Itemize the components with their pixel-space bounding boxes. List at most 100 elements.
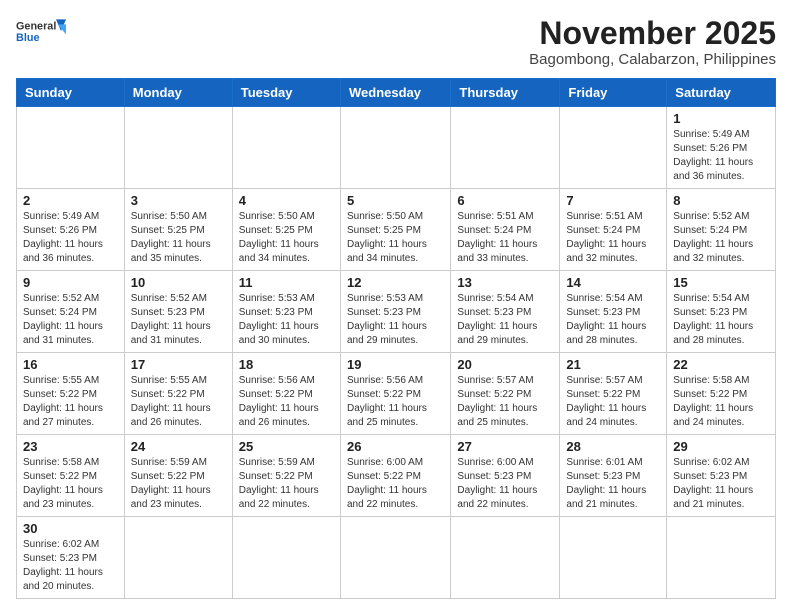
calendar-cell: 22 Sunrise: 5:58 AM Sunset: 5:22 PM Dayli… bbox=[667, 353, 776, 435]
svg-text:Blue: Blue bbox=[16, 32, 39, 44]
title-area: November 2025 Bagombong, Calabarzon, Phi… bbox=[529, 16, 776, 68]
header-day-wednesday: Wednesday bbox=[340, 79, 450, 107]
calendar-cell bbox=[667, 517, 776, 599]
week-row-2: 2Sunrise: 5:49 AM Sunset: 5:26 PM Daylig… bbox=[17, 189, 776, 271]
header-day-monday: Monday bbox=[124, 79, 232, 107]
day-number: 9 bbox=[23, 275, 118, 290]
calendar-cell bbox=[560, 107, 667, 189]
calendar-cell: 10 Sunrise: 5:52 AM Sunset: 5:23 PM Dayli… bbox=[124, 271, 232, 353]
calendar-cell: 16 Sunrise: 5:55 AM Sunset: 5:22 PM Dayli… bbox=[17, 353, 125, 435]
calendar-cell: 8 Sunrise: 5:52 AM Sunset: 5:24 PM Daylig… bbox=[667, 189, 776, 271]
day-info: Sunrise: 5:58 AM Sunset: 5:22 PM Dayligh… bbox=[673, 374, 769, 430]
calendar-cell: 29Sunrise: 6:02 AM Sunset: 5:23 PM Dayli… bbox=[667, 435, 776, 517]
calendar-cell: 15Sunrise: 5:54 AM Sunset: 5:23 PM Dayli… bbox=[667, 271, 776, 353]
calendar-cell bbox=[340, 517, 450, 599]
calendar-cell: 13Sunrise: 5:54 AM Sunset: 5:23 PM Dayli… bbox=[451, 271, 560, 353]
day-info: Sunrise: 5:54 AM Sunset: 5:23 PM Dayligh… bbox=[566, 292, 660, 348]
calendar-cell: 5Sunrise: 5:50 AM Sunset: 5:25 PM Daylig… bbox=[340, 189, 450, 271]
day-number: 19 bbox=[347, 357, 444, 372]
calendar-cell bbox=[124, 517, 232, 599]
week-row-1: 1 Sunrise: 5:49 AM Sunset: 5:26 PM Daylig… bbox=[17, 107, 776, 189]
calendar-cell: 30 Sunrise: 6:02 AM Sunset: 5:23 PM Dayli… bbox=[17, 517, 125, 599]
day-info: Sunrise: 5:53 AM Sunset: 5:23 PM Dayligh… bbox=[347, 292, 444, 348]
day-info: Sunrise: 5:52 AM Sunset: 5:23 PM Dayligh… bbox=[131, 292, 226, 348]
day-info: Sunrise: 6:00 AM Sunset: 5:22 PM Dayligh… bbox=[347, 456, 444, 512]
day-info: Sunrise: 6:02 AM Sunset: 5:23 PM Dayligh… bbox=[23, 538, 118, 594]
day-info: Sunrise: 5:57 AM Sunset: 5:22 PM Dayligh… bbox=[457, 374, 553, 430]
calendar-cell: 14 Sunrise: 5:54 AM Sunset: 5:23 PM Dayli… bbox=[560, 271, 667, 353]
week-row-5: 23Sunrise: 5:58 AM Sunset: 5:22 PM Dayli… bbox=[17, 435, 776, 517]
day-number: 13 bbox=[457, 275, 553, 290]
day-number: 3 bbox=[131, 193, 226, 208]
day-number: 1 bbox=[673, 111, 769, 126]
day-info: Sunrise: 5:52 AM Sunset: 5:24 PM Dayligh… bbox=[673, 210, 769, 266]
day-info: Sunrise: 5:51 AM Sunset: 5:24 PM Dayligh… bbox=[457, 210, 553, 266]
day-info: Sunrise: 5:59 AM Sunset: 5:22 PM Dayligh… bbox=[239, 456, 334, 512]
day-number: 15 bbox=[673, 275, 769, 290]
header-day-tuesday: Tuesday bbox=[232, 79, 340, 107]
calendar-cell: 19 Sunrise: 5:56 AM Sunset: 5:22 PM Dayli… bbox=[340, 353, 450, 435]
day-info: Sunrise: 5:52 AM Sunset: 5:24 PM Dayligh… bbox=[23, 292, 118, 348]
calendar-cell bbox=[451, 107, 560, 189]
day-number: 16 bbox=[23, 357, 118, 372]
day-info: Sunrise: 5:50 AM Sunset: 5:25 PM Dayligh… bbox=[347, 210, 444, 266]
header-row: SundayMondayTuesdayWednesdayThursdayFrid… bbox=[17, 79, 776, 107]
svg-text:General: General bbox=[16, 20, 56, 32]
day-info: Sunrise: 5:55 AM Sunset: 5:22 PM Dayligh… bbox=[131, 374, 226, 430]
calendar-cell: 26 Sunrise: 6:00 AM Sunset: 5:22 PM Dayli… bbox=[340, 435, 450, 517]
day-number: 12 bbox=[347, 275, 444, 290]
header: General Blue November 2025 Bagombong, Ca… bbox=[16, 16, 776, 68]
calendar-cell bbox=[340, 107, 450, 189]
day-number: 20 bbox=[457, 357, 553, 372]
day-info: Sunrise: 6:01 AM Sunset: 5:23 PM Dayligh… bbox=[566, 456, 660, 512]
calendar-cell: 4Sunrise: 5:50 AM Sunset: 5:25 PM Daylig… bbox=[232, 189, 340, 271]
day-info: Sunrise: 6:00 AM Sunset: 5:23 PM Dayligh… bbox=[457, 456, 553, 512]
day-number: 25 bbox=[239, 439, 334, 454]
calendar-cell: 23Sunrise: 5:58 AM Sunset: 5:22 PM Dayli… bbox=[17, 435, 125, 517]
calendar-cell: 9 Sunrise: 5:52 AM Sunset: 5:24 PM Daylig… bbox=[17, 271, 125, 353]
day-info: Sunrise: 5:56 AM Sunset: 5:22 PM Dayligh… bbox=[347, 374, 444, 430]
day-number: 30 bbox=[23, 521, 118, 536]
day-info: Sunrise: 5:53 AM Sunset: 5:23 PM Dayligh… bbox=[239, 292, 334, 348]
day-info: Sunrise: 5:49 AM Sunset: 5:26 PM Dayligh… bbox=[673, 128, 769, 184]
header-day-saturday: Saturday bbox=[667, 79, 776, 107]
calendar-cell bbox=[232, 517, 340, 599]
calendar-cell: 11 Sunrise: 5:53 AM Sunset: 5:23 PM Dayli… bbox=[232, 271, 340, 353]
calendar-cell: 24Sunrise: 5:59 AM Sunset: 5:22 PM Dayli… bbox=[124, 435, 232, 517]
day-info: Sunrise: 6:02 AM Sunset: 5:23 PM Dayligh… bbox=[673, 456, 769, 512]
day-number: 7 bbox=[566, 193, 660, 208]
calendar-cell: 6 Sunrise: 5:51 AM Sunset: 5:24 PM Daylig… bbox=[451, 189, 560, 271]
calendar-cell: 1 Sunrise: 5:49 AM Sunset: 5:26 PM Daylig… bbox=[667, 107, 776, 189]
location-subtitle: Bagombong, Calabarzon, Philippines bbox=[529, 51, 776, 68]
calendar-cell bbox=[232, 107, 340, 189]
day-info: Sunrise: 5:55 AM Sunset: 5:22 PM Dayligh… bbox=[23, 374, 118, 430]
day-number: 21 bbox=[566, 357, 660, 372]
calendar-cell: 3Sunrise: 5:50 AM Sunset: 5:25 PM Daylig… bbox=[124, 189, 232, 271]
header-day-thursday: Thursday bbox=[451, 79, 560, 107]
calendar-cell bbox=[560, 517, 667, 599]
calendar-table: SundayMondayTuesdayWednesdayThursdayFrid… bbox=[16, 78, 776, 599]
day-number: 2 bbox=[23, 193, 118, 208]
week-row-3: 9 Sunrise: 5:52 AM Sunset: 5:24 PM Daylig… bbox=[17, 271, 776, 353]
day-info: Sunrise: 5:59 AM Sunset: 5:22 PM Dayligh… bbox=[131, 456, 226, 512]
day-number: 17 bbox=[131, 357, 226, 372]
month-title: November 2025 bbox=[529, 16, 776, 51]
calendar-cell: 17 Sunrise: 5:55 AM Sunset: 5:22 PM Dayli… bbox=[124, 353, 232, 435]
logo: General Blue bbox=[16, 16, 66, 48]
day-number: 6 bbox=[457, 193, 553, 208]
calendar-cell: 7Sunrise: 5:51 AM Sunset: 5:24 PM Daylig… bbox=[560, 189, 667, 271]
calendar-cell bbox=[17, 107, 125, 189]
calendar-cell bbox=[451, 517, 560, 599]
day-number: 8 bbox=[673, 193, 769, 208]
day-number: 14 bbox=[566, 275, 660, 290]
calendar-cell: 27 Sunrise: 6:00 AM Sunset: 5:23 PM Dayli… bbox=[451, 435, 560, 517]
calendar-cell: 12 Sunrise: 5:53 AM Sunset: 5:23 PM Dayli… bbox=[340, 271, 450, 353]
calendar-cell: 18Sunrise: 5:56 AM Sunset: 5:22 PM Dayli… bbox=[232, 353, 340, 435]
day-number: 27 bbox=[457, 439, 553, 454]
header-day-sunday: Sunday bbox=[17, 79, 125, 107]
day-number: 10 bbox=[131, 275, 226, 290]
day-info: Sunrise: 5:58 AM Sunset: 5:22 PM Dayligh… bbox=[23, 456, 118, 512]
day-number: 26 bbox=[347, 439, 444, 454]
day-number: 22 bbox=[673, 357, 769, 372]
day-number: 11 bbox=[239, 275, 334, 290]
